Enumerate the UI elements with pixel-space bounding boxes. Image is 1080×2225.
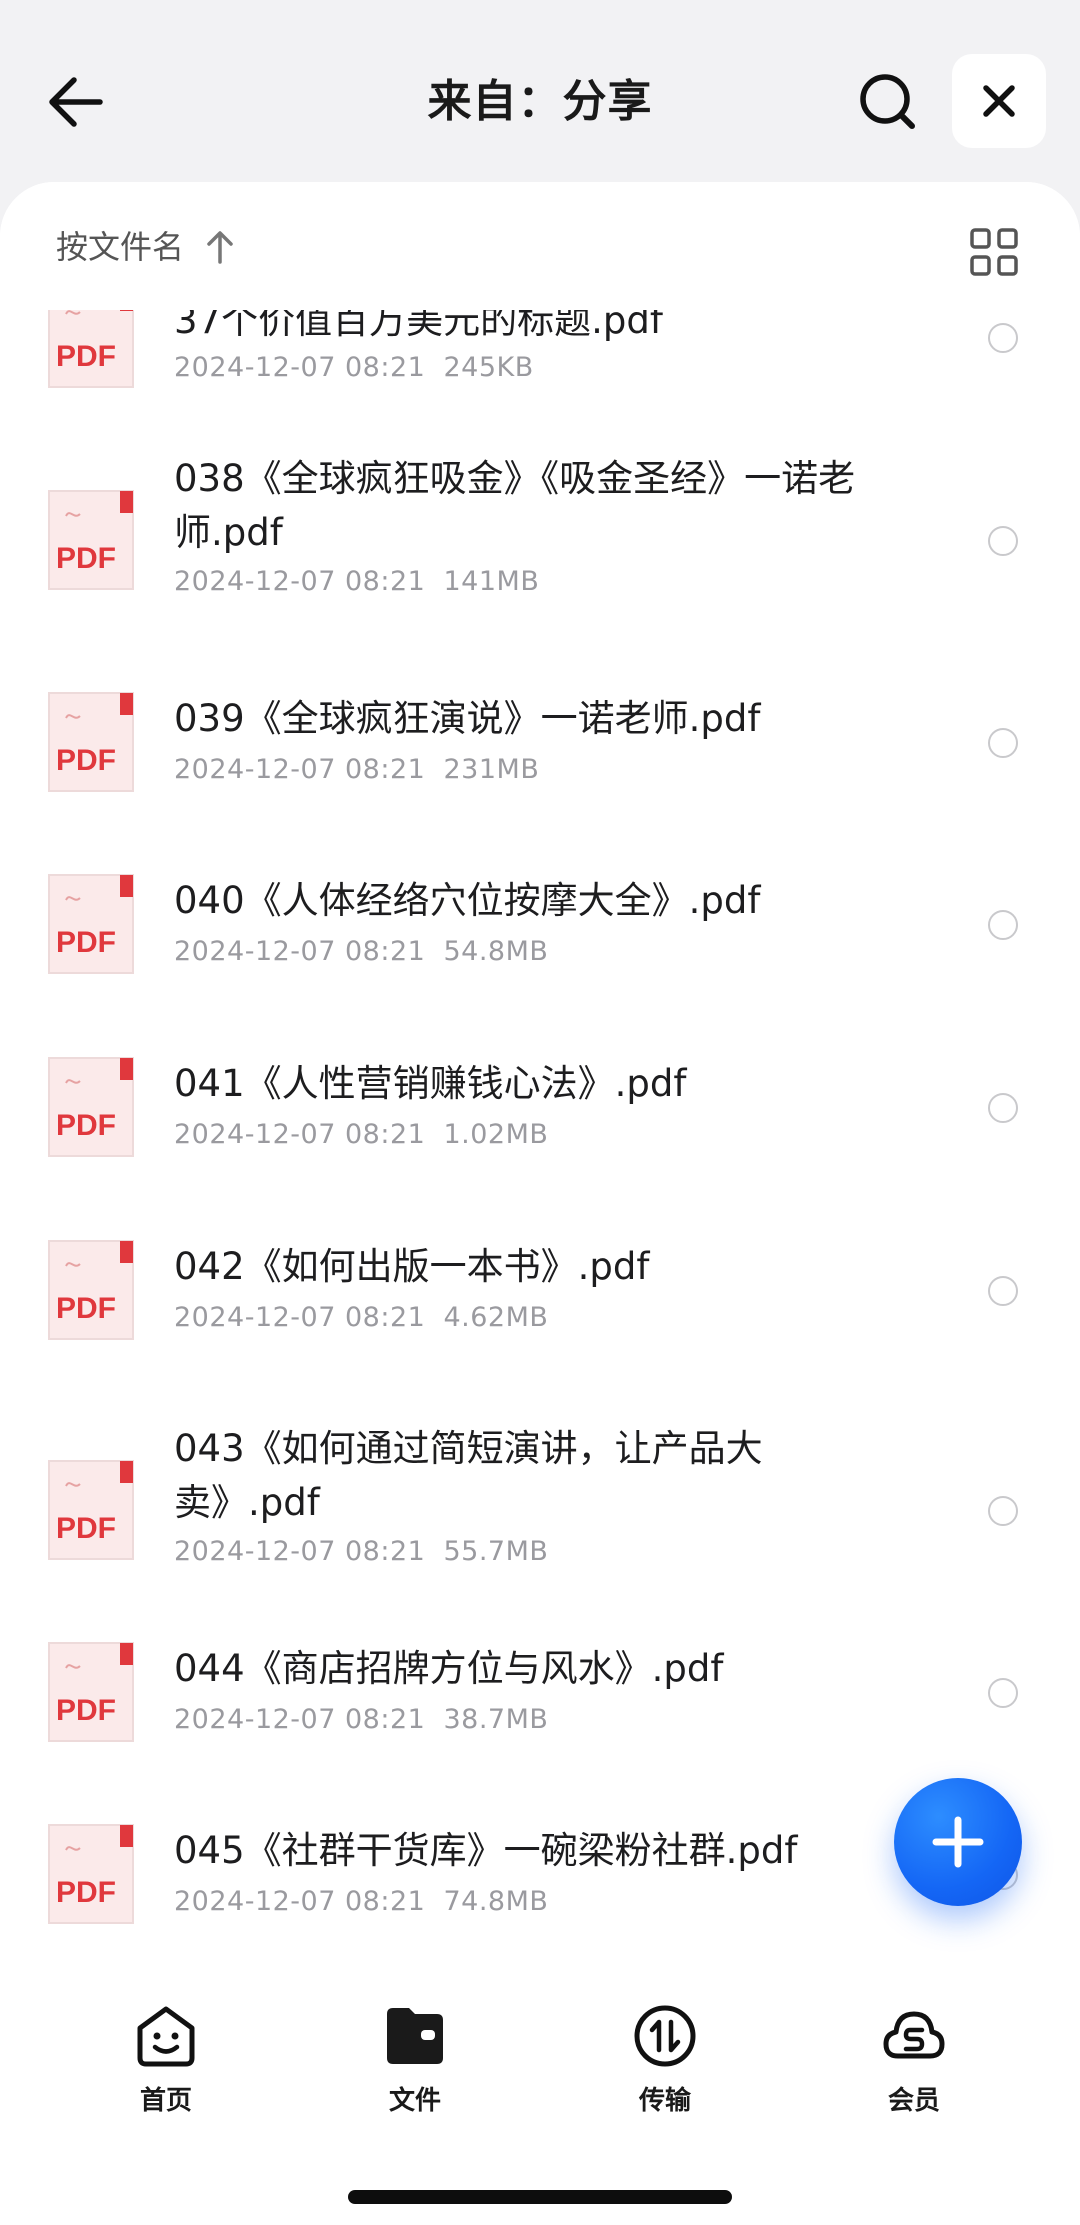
file-size: 231MB	[443, 754, 540, 785]
file-date: 2024-12-07 08:21	[174, 352, 426, 383]
pdf-file-icon: PDF	[48, 1824, 134, 1924]
arrow-up-icon[interactable]	[204, 230, 236, 264]
tab-files[interactable]: 文件	[350, 2004, 480, 2116]
transfer-icon	[634, 2005, 696, 2067]
tab-transfer[interactable]: 传输	[600, 2004, 730, 2116]
list-item[interactable]: PDF 038《全球疯狂吸金》《吸金圣经》一诺老师.pdf 2024-12-07…	[0, 452, 1080, 642]
list-item[interactable]: PDF 042《如何出版一本书》.pdf 2024-12-07 08:21 4.…	[0, 1240, 1080, 1370]
sort-by-name-button[interactable]: 按文件名	[56, 222, 184, 272]
plus-icon	[932, 1816, 984, 1868]
file-date: 2024-12-07 08:21	[174, 566, 426, 597]
file-size: 54.8MB	[443, 936, 549, 967]
file-date: 2024-12-07 08:21	[174, 1536, 426, 1567]
pdf-file-icon: PDF	[48, 1240, 134, 1340]
select-radio[interactable]	[988, 1496, 1018, 1526]
file-name: 039《全球疯狂演说》一诺老师.pdf	[174, 697, 761, 740]
file-meta: 2024-12-07 08:21 141MB	[174, 564, 539, 600]
file-meta: 2024-12-07 08:21 1.02MB	[174, 1117, 548, 1153]
pdf-file-icon: PDF	[48, 1460, 134, 1560]
home-indicator	[348, 2190, 732, 2204]
search-icon	[860, 74, 915, 129]
tab-membership[interactable]: 会员	[849, 2004, 979, 2116]
file-size: 74.8MB	[443, 1886, 549, 1917]
search-button[interactable]	[852, 66, 924, 138]
file-name: 043《如何通过简短演讲，让产品大卖》.pdf	[174, 1427, 763, 1524]
close-icon	[983, 85, 1015, 117]
file-date: 2024-12-07 08:21	[174, 1886, 426, 1917]
home-smile-icon	[137, 2006, 195, 2067]
svg-text:PDF: PDF	[56, 1694, 116, 1727]
file-meta: 2024-12-07 08:21 54.8MB	[174, 934, 548, 970]
bottom-tab-bar: 首页 文件 传输 会员	[0, 1960, 1080, 2225]
file-size: 245KB	[443, 352, 534, 383]
grid-view-icon[interactable]	[964, 222, 1024, 282]
file-name: 045《社群干货库》一碗梁粉社群.pdf	[174, 1829, 798, 1872]
file-date: 2024-12-07 08:21	[174, 936, 426, 967]
pdf-file-icon: PDF	[48, 692, 134, 792]
list-item[interactable]: PDF 039《全球疯狂演说》一诺老师.pdf 2024-12-07 08:21…	[0, 692, 1080, 822]
svg-text:PDF: PDF	[56, 340, 116, 373]
file-list-sheet: 按文件名 PDF 37个价值百万美元的标题.pdf 2024-12-07 08:…	[0, 182, 1080, 2225]
file-date: 2024-12-07 08:21	[174, 1119, 426, 1150]
select-radio[interactable]	[988, 1276, 1018, 1306]
tab-membership-label: 会员	[887, 2086, 940, 2116]
list-item[interactable]: PDF 041《人性营销赚钱心法》.pdf 2024-12-07 08:21 1…	[0, 1057, 1080, 1187]
pdf-file-icon: PDF	[48, 490, 134, 590]
file-name: 041《人性营销赚钱心法》.pdf	[174, 1062, 687, 1105]
file-name: 038《全球疯狂吸金》《吸金圣经》一诺老师.pdf	[174, 457, 856, 554]
pdf-file-icon: PDF	[48, 1057, 134, 1157]
select-radio[interactable]	[988, 910, 1018, 940]
tab-files-label: 文件	[388, 2086, 441, 2116]
tab-transfer-label: 传输	[638, 2086, 691, 2116]
svg-text:PDF: PDF	[56, 1512, 116, 1545]
file-size: 1.02MB	[443, 1119, 549, 1150]
file-name: 042《如何出版一本书》.pdf	[174, 1245, 650, 1288]
folder-icon	[387, 2008, 443, 2064]
file-date: 2024-12-07 08:21	[174, 1704, 426, 1735]
top-bar: 来自：分享	[0, 0, 1080, 190]
file-date: 2024-12-07 08:21	[174, 1302, 426, 1333]
file-meta: 2024-12-07 08:21 38.7MB	[174, 1702, 548, 1738]
select-radio[interactable]	[988, 1678, 1018, 1708]
file-size: 55.7MB	[443, 1536, 549, 1567]
list-item[interactable]: PDF 044《商店招牌方位与风水》.pdf 2024-12-07 08:21 …	[0, 1642, 1080, 1772]
pdf-file-icon: PDF	[48, 1642, 134, 1742]
svg-text:PDF: PDF	[56, 1109, 116, 1142]
svg-text:PDF: PDF	[56, 1292, 116, 1325]
add-button[interactable]	[894, 1778, 1022, 1906]
file-size: 38.7MB	[443, 1704, 549, 1735]
file-meta: 2024-12-07 08:21 245KB	[174, 350, 534, 386]
svg-text:PDF: PDF	[56, 542, 116, 575]
file-name: 044《商店招牌方位与风水》.pdf	[174, 1647, 724, 1690]
pdf-file-icon: PDF	[48, 874, 134, 974]
sort-bar: 按文件名	[0, 182, 1080, 310]
file-meta: 2024-12-07 08:21 74.8MB	[174, 1884, 548, 1920]
select-radio[interactable]	[988, 728, 1018, 758]
select-radio[interactable]	[988, 323, 1018, 353]
file-meta: 2024-12-07 08:21 55.7MB	[174, 1534, 548, 1570]
file-size: 141MB	[443, 566, 540, 597]
file-meta: 2024-12-07 08:21 4.62MB	[174, 1300, 548, 1336]
file-size: 4.62MB	[443, 1302, 549, 1333]
tab-home[interactable]: 首页	[101, 2004, 231, 2116]
svg-text:PDF: PDF	[56, 744, 116, 777]
select-radio[interactable]	[988, 526, 1018, 556]
file-name: 040《人体经络穴位按摩大全》.pdf	[174, 879, 761, 922]
close-button[interactable]	[952, 54, 1046, 148]
list-item[interactable]: PDF 040《人体经络穴位按摩大全》.pdf 2024-12-07 08:21…	[0, 874, 1080, 1004]
file-list: PDF 37个价值百万美元的标题.pdf 2024-12-07 08:21 24…	[0, 182, 1080, 1962]
select-radio[interactable]	[988, 1093, 1018, 1123]
svg-text:PDF: PDF	[56, 926, 116, 959]
file-date: 2024-12-07 08:21	[174, 754, 426, 785]
svg-text:PDF: PDF	[56, 1876, 116, 1909]
list-item[interactable]: PDF 043《如何通过简短演讲，让产品大卖》.pdf 2024-12-07 0…	[0, 1422, 1080, 1612]
tab-home-label: 首页	[139, 2086, 192, 2116]
cloud-membership-icon	[883, 2011, 945, 2059]
file-meta: 2024-12-07 08:21 231MB	[174, 752, 539, 788]
